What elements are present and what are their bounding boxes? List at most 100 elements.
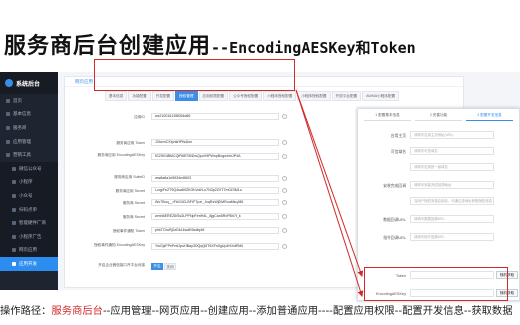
form-row: 服务商应用 SuiteID ww8a6a1e5934e4f603 xyxy=(75,175,375,184)
dev-form-row: 安装完成回调 请填写安装完成回调地址 xyxy=(358,181,520,191)
path-highlight: 服务商后台 xyxy=(51,305,103,317)
tab[interactable]: 应用权限配置 xyxy=(198,91,229,101)
menu-icon xyxy=(12,207,16,212)
switch-on-button[interactable]: 开启 xyxy=(151,263,163,270)
help-icon[interactable] xyxy=(282,200,287,205)
sidebar-item[interactable]: 基本信息 xyxy=(0,108,58,122)
help-icon[interactable] xyxy=(282,188,287,193)
sidebar-item[interactable]: 小程序广告 xyxy=(0,229,58,244)
form-label: 授权事件通知 Token xyxy=(112,229,145,233)
tab[interactable]: 开发配置 xyxy=(151,91,175,101)
form-row: 服务商应用 Token J3hzmCXfpnkHPfs4km xyxy=(75,139,375,148)
sidebar-item-label: 基本信息 xyxy=(13,111,31,117)
form-label: 服务商应用 EncodingAESKey xyxy=(97,153,145,157)
sidebar-item-label: 扫码点单 xyxy=(19,206,37,212)
sidebar-item[interactable]: 服务商 xyxy=(0,121,58,135)
menu-icon xyxy=(6,98,10,103)
menu-icon xyxy=(6,139,10,144)
dev-form-label: 应用主页 xyxy=(390,134,406,138)
form-input[interactable]: phkTGroRj2zDk14wdE6sdbpM xyxy=(151,227,279,234)
menu-icon xyxy=(12,261,16,266)
dev-form-label: 可信域名 xyxy=(390,150,406,154)
sidebar-item[interactable]: 小程序 xyxy=(0,175,58,190)
tab[interactable]: 开放平台配置 xyxy=(331,91,362,101)
sidebar-item[interactable]: 网页应用 xyxy=(0,243,58,258)
form-input[interactable]: LzqpFeZT9Q4sa69ZKGhVoiN-u7N3p2ZVT7m0Z0M1… xyxy=(151,187,279,194)
step-item: 3 配置开发信息 xyxy=(466,113,513,121)
sidebar: 系统后台 首页基本信息服务商应用管理营销工具微信公众号 小程序 小众号扫码点单智能硬… xyxy=(0,72,58,290)
help-icon[interactable] xyxy=(282,154,287,159)
sidebar-item[interactable]: 智能硬件厂商 xyxy=(0,216,58,230)
tab[interactable]: 功能配置 xyxy=(128,91,151,101)
sidebar-header: 系统后台 xyxy=(0,72,58,94)
help-icon[interactable] xyxy=(282,114,287,119)
sidebar-item-label: 网页应用 xyxy=(19,247,37,253)
tab[interactable]: 授权管理 xyxy=(175,91,198,101)
help-icon[interactable] xyxy=(282,228,287,233)
sidebar-title: 系统后台 xyxy=(16,81,41,88)
dev-form-input[interactable]: 请填写指令回调URL xyxy=(410,233,494,241)
form-input[interactable]: YwGjzFPePn6JpuHBay3DQqQ6T6XFn0gUp4HXdfRd… xyxy=(151,243,279,250)
form-row: 应用ID wx210016135f054d66 xyxy=(75,113,375,122)
step-item: 2 完善功能 xyxy=(415,113,462,121)
highlight-box-token-aeskey xyxy=(94,59,295,91)
menu-icon xyxy=(6,153,10,158)
form-row: 服务商 Secret wmh6EREZ6iSs3LPPNpFeriH4L_8jgC… xyxy=(75,213,375,222)
title-cn: 服务商后台创建应用 xyxy=(4,34,212,59)
slide-title: 服务商后台创建应用--EncodingAESKey和Token xyxy=(4,32,416,62)
dev-form-label: 安装完成回调 xyxy=(383,184,406,188)
help-icon[interactable] xyxy=(282,176,287,181)
help-icon[interactable] xyxy=(282,244,287,249)
step-item: 1 配置基本信息 xyxy=(364,113,411,121)
dev-form-input[interactable]: 请填写应用的一级域名 xyxy=(410,163,494,171)
form-label: 开启企业微信接口开平台对接 xyxy=(98,263,145,267)
form-label: 服务商应用 SuiteID xyxy=(114,175,145,179)
sidebar-item-label: 营销工具 xyxy=(13,152,31,158)
tab[interactable]: 公众号授权配置 xyxy=(229,91,263,101)
sidebar-item-label: 应用管理 xyxy=(13,138,31,144)
form-input[interactable]: fG2SEdBMCQfR6ESf0DwQpuV9PWnpBxgwhrhJP4A xyxy=(151,153,279,160)
dev-form-input[interactable]: 请填写安装完成回调地址 xyxy=(410,181,494,189)
menu-icon xyxy=(12,221,16,226)
dev-form-input[interactable]: 请填写数据回调URL xyxy=(410,215,494,223)
title-and: 和 xyxy=(355,39,371,57)
menu-icon xyxy=(6,112,10,117)
sidebar-item[interactable]: 微信公众号 xyxy=(0,161,58,176)
menu-icon xyxy=(12,180,16,185)
sidebar-item[interactable]: 应用开发 xyxy=(0,257,58,271)
help-icon[interactable] xyxy=(282,214,287,219)
switch-off-button[interactable]: 关闭 xyxy=(164,263,176,270)
operation-path: 操作路径：服务商后台--应用管理--网页应用--创建应用--添加普通应用----… xyxy=(0,303,520,319)
sidebar-item[interactable]: 小众号 xyxy=(0,189,58,203)
sidebar-item-label: 应用开发 xyxy=(19,260,37,266)
dev-form-input[interactable]: 请填写可信域名 xyxy=(410,147,494,155)
menu-icon xyxy=(12,234,16,239)
dev-form-row: 可信域名 请填写可信域名 xyxy=(358,147,520,157)
form-label: 服务商应用 Token xyxy=(116,141,145,145)
form-label: 应用ID xyxy=(134,115,145,119)
dev-form-input[interactable]: 当用户授权安装应用后，可通过该地址获取授权信息 xyxy=(410,197,494,205)
dev-form-input[interactable]: 请填写应用主页地址(URL) xyxy=(410,131,494,139)
menu-icon xyxy=(12,248,16,253)
form-label: 服务商应用 Secret xyxy=(115,189,145,193)
title-en-token: Token xyxy=(370,39,416,57)
sidebar-item[interactable]: 营销工具 xyxy=(0,148,58,162)
sidebar-item[interactable]: 应用管理 xyxy=(0,135,58,149)
tab[interactable]: 小程序授权配置 xyxy=(263,91,297,101)
highlight-box-random-get xyxy=(364,267,508,301)
sidebar-item[interactable]: 扫码点单 xyxy=(0,202,58,217)
form-input[interactable]: ww8a6a1e5934e4f603 xyxy=(151,175,279,182)
tab[interactable]: AWMA小程序配置 xyxy=(362,91,400,101)
sidebar-menu: 首页基本信息服务商应用管理营销工具微信公众号 小程序 小众号扫码点单智能硬件厂商 小程… xyxy=(0,94,58,271)
title-en-aeskey: EncodingAESKey xyxy=(229,39,356,57)
tab[interactable]: 基本信息 xyxy=(105,91,128,101)
form-row: 开启企业微信接口开平台对接 开启 关闭 xyxy=(75,263,375,272)
sidebar-item[interactable]: 首页 xyxy=(0,94,58,108)
tab[interactable]: 小程序授权配置 xyxy=(297,91,331,101)
form-input[interactable]: J3hzmCXfpnkHPfs4km xyxy=(151,139,279,146)
form-row: 授权事件通知 EncodingAESKey YwGjzFPePn6JpuHBay3… xyxy=(75,243,375,252)
form-input[interactable]: wmh6EREZ6iSs3LPPNpFeriH4L_8jgCan5RxPBh7t… xyxy=(151,213,279,220)
form-input[interactable]: wx210016135f054d66 xyxy=(151,113,279,120)
help-icon[interactable] xyxy=(282,140,287,145)
form-input[interactable]: Wv7Boq__rFbG4CLBFIFTpzr_JxqRsWjDMRouMkqJ… xyxy=(151,199,279,206)
